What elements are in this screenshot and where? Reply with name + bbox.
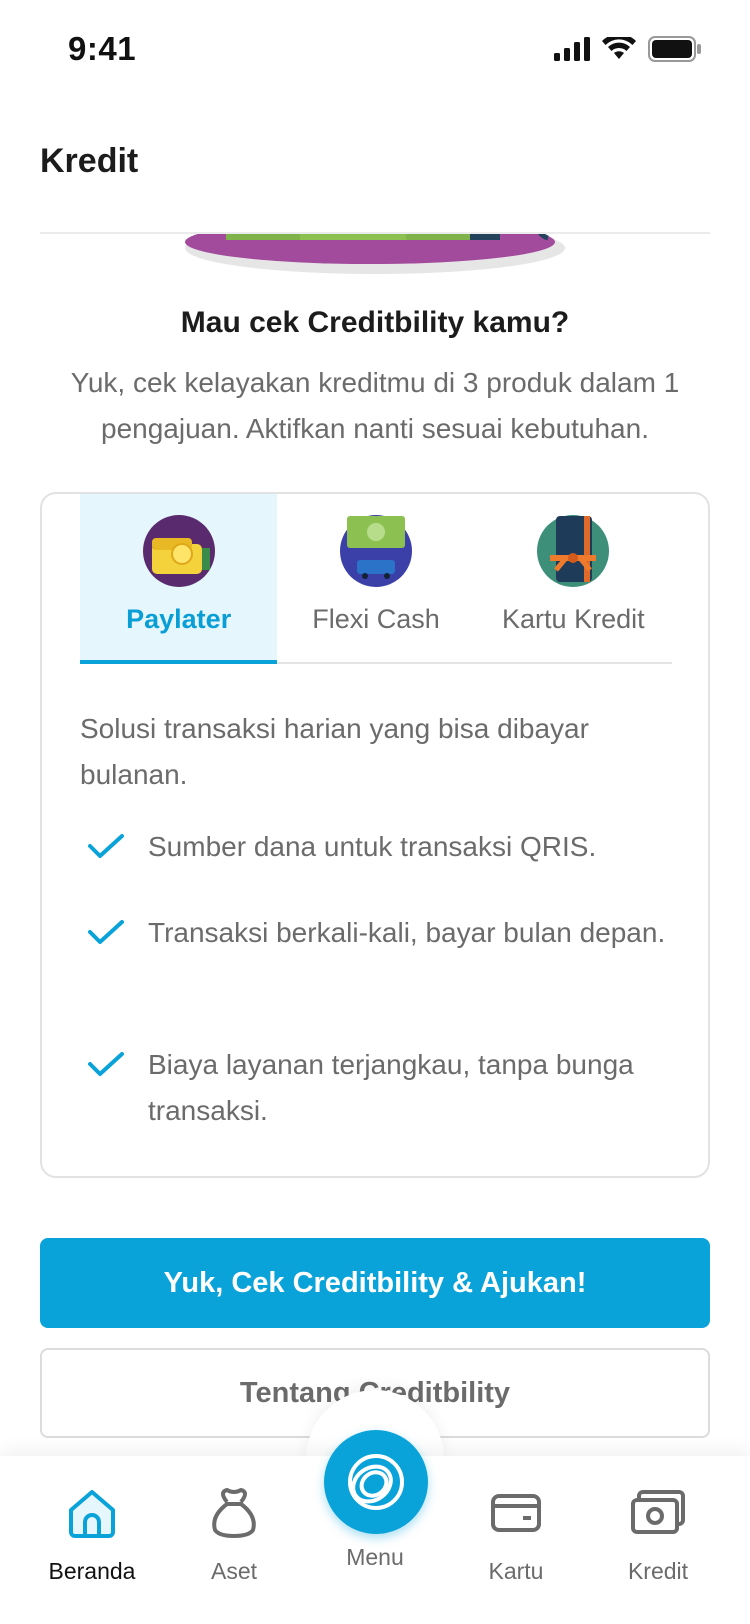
check-icon [88,1052,124,1076]
status-bar: 9:41 [0,0,750,100]
page-title: Kredit [40,142,139,180]
benefit-item: Transaksi berkali-kali, bayar bulan depa… [80,910,670,956]
menu-rings-icon [348,1454,404,1510]
check-creditbility-button[interactable]: Yuk, Cek Creditbility & Ajukan! [40,1238,710,1328]
nav-item-kredit[interactable]: Kredit [588,1456,728,1606]
check-icon [88,920,124,944]
nav-label-aset: Aset [210,1558,258,1584]
nav-item-beranda[interactable]: Beranda [22,1456,162,1606]
paylater-wallet-icon [142,515,215,587]
battery-icon [648,36,701,62]
credit-cash-icon [631,1490,685,1534]
status-time: 9:41 [68,30,137,67]
status-icons [554,36,702,62]
benefit-item: Sumber dana untuk transaksi QRIS. [80,824,670,870]
tab-paylater[interactable]: Paylater [80,494,278,664]
intro-subline: Yuk, cek kelayakan kreditmu di 3 produk … [70,367,680,444]
benefit-item: Biaya layanan terjangkau, tanpa bunga tr… [80,1042,670,1134]
product-card: Paylater Flexi Cash Kartu Kredit Solusi … [40,492,710,1178]
nav-label-menu: Menu [346,1544,404,1570]
nav-item-aset[interactable]: Aset [164,1456,304,1606]
tab-flexi-cash[interactable]: Flexi Cash [277,494,474,662]
menu-fab-button[interactable] [324,1430,428,1534]
nav-label-kredit: Kredit [627,1558,689,1584]
flexi-cash-icon [339,515,412,587]
product-description: Solusi transaksi harian yang bisa dibaya… [80,713,589,790]
tab-kartu-kredit[interactable]: Kartu Kredit [475,494,672,662]
money-bag-icon [212,1488,256,1538]
tab-flexi-cash-label: Flexi Cash [312,604,440,634]
nav-label-beranda: Beranda [48,1558,136,1584]
card-icon [491,1494,541,1532]
credit-card-gift-icon [537,515,610,587]
tab-kartu-kredit-label: Kartu Kredit [502,604,645,634]
benefit-text: Sumber dana untuk transaksi QRIS. [148,831,597,862]
nav-label-kartu: Kartu [488,1558,544,1584]
tab-paylater-label: Paylater [126,604,232,634]
home-icon [69,1490,115,1538]
benefit-text: Transaksi berkali-kali, bayar bulan depa… [148,917,666,948]
intro-headline: Mau cek Creditbility kamu? [180,306,570,339]
benefit-text: Biaya layanan terjangkau, tanpa bunga tr… [148,1049,634,1126]
product-tabs: Paylater Flexi Cash Kartu Kredit [80,494,672,664]
hero-illustration [185,234,565,274]
cellular-signal-icon [554,37,590,61]
wifi-icon [602,37,636,59]
nav-item-kartu[interactable]: Kartu [446,1456,586,1606]
check-icon [88,834,124,858]
